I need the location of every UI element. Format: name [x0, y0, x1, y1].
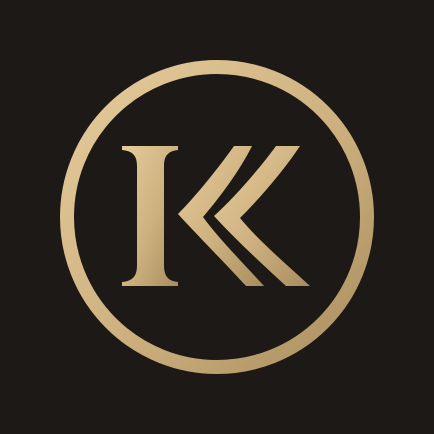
- app-icon: [0, 0, 434, 434]
- kk-monogram-logo-icon: [0, 0, 434, 434]
